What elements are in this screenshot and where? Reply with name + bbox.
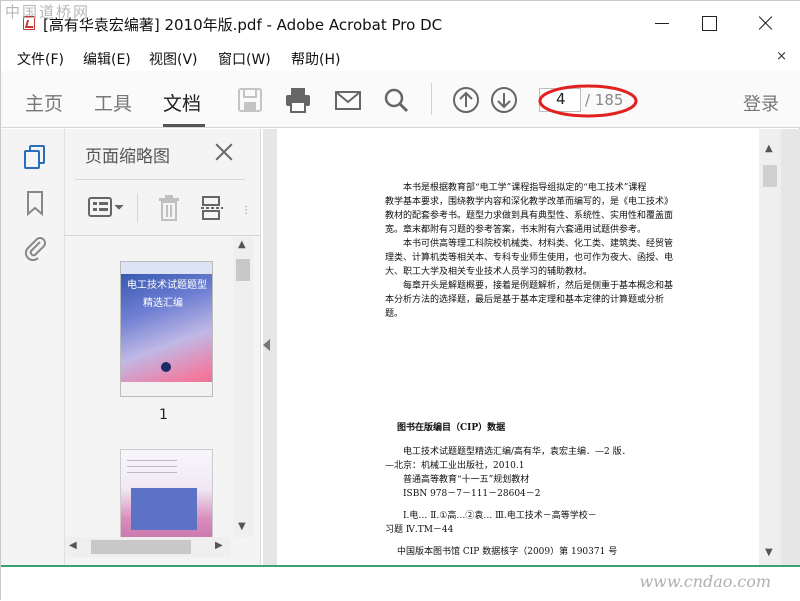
document-viewer[interactable]: 本书是根据教育部“电工学”课程指导组拟定的“电工技术”课程 教学基本要求，围绕教…	[263, 129, 800, 565]
next-page-icon[interactable]	[489, 85, 519, 115]
thumb-blue-box	[131, 488, 197, 530]
doc-line: 本书是根据教育部“电工学”课程指导组拟定的“电工技术”课程	[403, 183, 647, 193]
cover-footer	[121, 382, 212, 396]
menu-help[interactable]: 帮助(H)	[291, 49, 340, 69]
search-icon[interactable]	[381, 85, 411, 115]
scroll-right-arrow-icon[interactable]: ▶	[215, 540, 223, 551]
panel-divider	[75, 179, 245, 180]
page-thumbnails-panel: 页面缩略图 ⋮ 电工技术试题题型 精选汇编 1 ▲ ▼ ◀ ▶	[65, 129, 261, 565]
cover-emblem	[161, 362, 171, 372]
more-tools-icon[interactable]: ⋮	[241, 205, 251, 216]
document-vertical-scrollbar[interactable]: ▲ ▼	[759, 129, 781, 565]
scroll-down-arrow-icon[interactable]: ▼	[238, 521, 246, 532]
close-document-icon[interactable]: ×	[776, 49, 787, 64]
cover-header-band	[121, 262, 212, 274]
thumb-text-line	[127, 466, 177, 467]
tab-home[interactable]: 主页	[25, 89, 63, 116]
scrollbar-thumb[interactable]	[763, 165, 777, 187]
doc-line: 理类、计算机类等相关本、专科专业师生使用，也可作为夜大、函授、电	[385, 253, 674, 263]
login-link[interactable]: 登录	[743, 90, 779, 116]
doc-line: 大、职工大学及相关专业技术人员学习的辅助教材。	[385, 267, 593, 277]
doc-line: 每章开头是解题概要，接着是例题解析，然后是侧重于基本概念和基	[403, 281, 674, 291]
save-icon[interactable]	[235, 85, 265, 115]
doc-line: 教学基本要求，围绕教学内容和深化教学改革而编写的，是《电工技术》	[385, 197, 674, 207]
app-window: 中国道桥网 [高有华袁宏编著] 2010年版.pdf - Adobe Acrob…	[0, 0, 800, 601]
tab-document[interactable]: 文档	[163, 89, 201, 116]
thumb-text-line	[127, 472, 177, 473]
delete-page-icon[interactable]	[157, 193, 183, 223]
attachments-icon[interactable]	[21, 233, 49, 261]
scrollbar-thumb[interactable]	[236, 259, 250, 281]
tab-tools[interactable]: 工具	[94, 89, 132, 116]
menu-edit[interactable]: 编辑(E)	[83, 49, 131, 69]
scrollbar-thumb[interactable]	[91, 540, 191, 554]
doc-line: 本书可供高等理工科院校机械类、材料类、化工类、建筑类、经贸管	[403, 239, 674, 249]
cip-line: ISBN 978－7－111－28604－2	[403, 489, 541, 499]
title-bar: [高有华袁宏编著] 2010年版.pdf - Adobe Acrobat Pro…	[1, 1, 800, 45]
red-ellipse-annotation	[538, 84, 638, 118]
doc-line: 题。	[385, 309, 404, 319]
print-icon[interactable]	[283, 85, 313, 115]
cover-subtitle: 精选汇编	[143, 298, 183, 309]
panel-toolbar-separator	[137, 193, 138, 223]
thumb-text-line	[127, 460, 177, 461]
bookmarks-icon[interactable]	[21, 189, 49, 217]
cover-title: 电工技术试题题型	[127, 280, 207, 291]
window-title: [高有华袁宏编著] 2010年版.pdf - Adobe Acrobat Pro…	[43, 16, 443, 34]
doc-line: 教材的配套参考书。题型力求做到具有典型性、系统性、实用性和覆盖面	[385, 211, 674, 221]
cip-line: 普通高等教育“十一五”规划教材	[403, 475, 530, 485]
thumbnail-options-icon[interactable]	[87, 195, 127, 221]
cip-line: —北京：机械工业出版社，2010.1	[385, 461, 525, 471]
scroll-up-arrow-icon[interactable]: ▲	[765, 143, 773, 154]
thumbnail-list: 电工技术试题题型 精选汇编 1	[65, 237, 231, 537]
maximize-button[interactable]	[699, 13, 719, 33]
cip-footer: 中国版本图书馆 CIP 数据核字（2009）第 190371 号	[397, 547, 618, 557]
menu-bar: 文件(F) 编辑(E) 视图(V) 窗口(W) 帮助(H) ×	[1, 45, 800, 71]
toolbar-separator	[431, 83, 432, 115]
close-window-button[interactable]	[756, 13, 776, 33]
scroll-down-arrow-icon[interactable]: ▼	[765, 547, 773, 558]
page-thumbnail-1[interactable]: 电工技术试题题型 精选汇编	[120, 261, 213, 397]
scroll-up-arrow-icon[interactable]: ▲	[238, 239, 246, 250]
extract-pages-icon[interactable]	[199, 193, 229, 223]
page-thumbnails-icon[interactable]	[21, 143, 49, 171]
doc-line: 本分析方法的选择题，最后是基于基本定理和基本定律的计算题或分析	[385, 295, 665, 305]
thumbnail-horizontal-scrollbar[interactable]: ◀ ▶	[65, 537, 231, 557]
email-icon[interactable]	[333, 85, 363, 115]
pdf-page: 本书是根据教育部“电工学”课程指导组拟定的“电工技术”课程 教学基本要求，围绕教…	[277, 129, 759, 565]
panel-toolbar: ⋮	[65, 185, 261, 233]
cip-line: 习题 Ⅳ.TM－44	[385, 525, 454, 535]
watermark-top: 中国道桥网	[5, 3, 91, 21]
cip-heading: 图书在版编目（CIP）数据	[397, 423, 506, 433]
cip-line: Ⅰ.电… Ⅱ.①高…②袁… Ⅲ.电工技术－高等学校－	[403, 511, 597, 521]
menu-file[interactable]: 文件(F)	[17, 49, 64, 69]
active-tab-indicator	[163, 124, 205, 127]
close-panel-icon[interactable]	[213, 141, 235, 163]
doc-line: 宽。章末都附有习题的参考答案，书末附有六套通用试题供参考。	[385, 225, 647, 235]
panel-title: 页面缩略图	[85, 147, 170, 167]
thumbnail-vertical-scrollbar[interactable]: ▲ ▼	[233, 237, 253, 537]
menu-view[interactable]: 视图(V)	[149, 49, 198, 69]
panel-divider-2	[65, 235, 261, 236]
scroll-left-arrow-icon[interactable]: ◀	[69, 540, 77, 551]
minimize-button[interactable]	[652, 13, 672, 33]
navigation-rail	[1, 129, 65, 565]
cip-line: 电工技术试题题型精选汇编/高有华，袁宏主编．—2 版．	[403, 447, 631, 457]
watermark-bottom: www.cndao.com	[639, 572, 771, 591]
collapse-panel-arrow-icon[interactable]	[263, 339, 270, 351]
previous-page-icon[interactable]	[451, 85, 481, 115]
thumbnail-page-number: 1	[159, 407, 168, 423]
page-thumbnail-2[interactable]	[120, 449, 213, 537]
main-toolbar: 主页 工具 文档 4 / 185 登录	[1, 71, 800, 128]
menu-window[interactable]: 窗口(W)	[218, 49, 271, 69]
